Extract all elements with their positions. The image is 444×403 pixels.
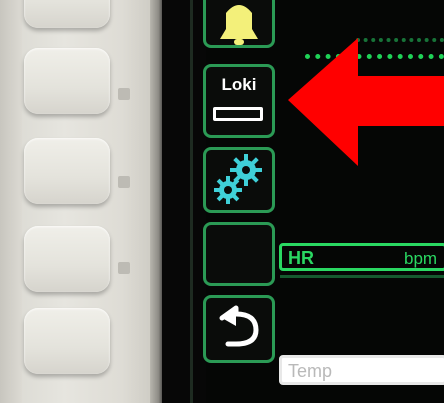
hardware-button-3[interactable] — [24, 138, 110, 204]
annotation-arrow — [288, 38, 444, 166]
device-photo: Loki HR bpm Temp — [0, 0, 444, 403]
hr-unit: bpm — [404, 249, 438, 268]
lock-icon — [213, 107, 263, 121]
empty-softkey[interactable] — [203, 222, 275, 286]
hr-label: HR — [288, 248, 314, 268]
settings-softkey[interactable] — [203, 147, 275, 213]
bezel-strip — [0, 0, 22, 403]
back-softkey[interactable] — [203, 295, 275, 363]
alarm-softkey[interactable] — [203, 0, 275, 48]
button-notch — [118, 88, 130, 100]
hardware-button-2[interactable] — [24, 48, 110, 114]
hr-glow-line — [280, 275, 444, 278]
lock-softkey-label: Loki — [221, 75, 257, 94]
device-bezel — [0, 0, 164, 403]
lock-softkey[interactable]: Loki — [203, 64, 275, 138]
hardware-button-4[interactable] — [24, 226, 110, 292]
temp-parameter-bar[interactable]: Temp — [279, 355, 444, 385]
alarm-bell-icon — [220, 5, 258, 45]
hardware-button-1[interactable] — [24, 0, 110, 28]
hr-parameter-bar[interactable]: HR bpm — [279, 243, 444, 271]
button-notch — [118, 262, 130, 274]
button-notch — [118, 176, 130, 188]
rail-line — [190, 0, 193, 403]
screen-gap — [162, 0, 206, 403]
temp-label: Temp — [288, 361, 333, 381]
back-arrow-icon — [219, 305, 259, 347]
gear-icon — [214, 154, 262, 204]
hardware-button-5[interactable] — [24, 308, 110, 374]
